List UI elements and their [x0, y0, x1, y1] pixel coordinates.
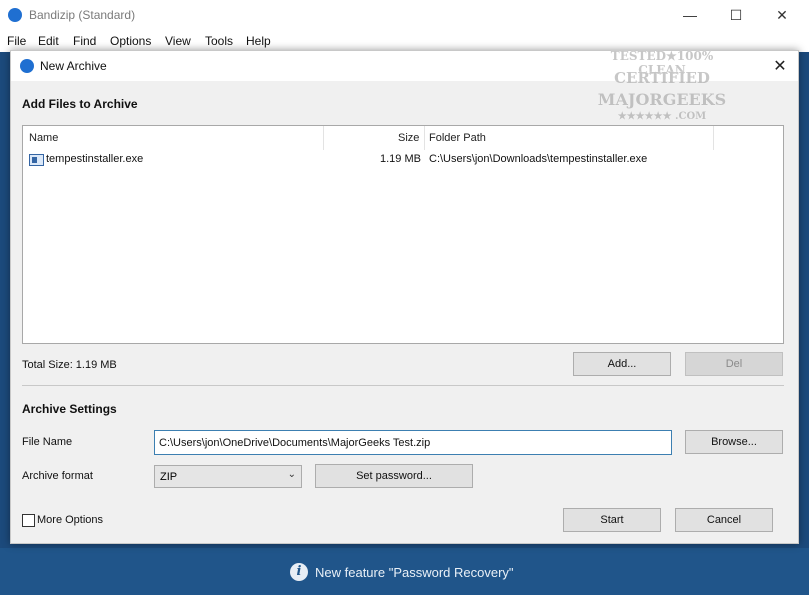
- app-title: Bandizip (Standard): [29, 8, 136, 22]
- file-size-cell: 1.19 MB: [380, 153, 421, 165]
- menu-help[interactable]: Help: [246, 34, 271, 48]
- file-list[interactable]: Name Size Folder Path tempestinstaller.e…: [22, 125, 784, 344]
- file-name-label: File Name: [22, 436, 73, 448]
- more-options-label[interactable]: More Options: [37, 514, 103, 526]
- info-icon: i: [290, 563, 308, 581]
- table-row[interactable]: tempestinstaller.exe 1.19 MB C:\Users\jo…: [23, 151, 783, 169]
- menu-options[interactable]: Options: [110, 34, 151, 48]
- folder-path-cell: C:\Users\jon\Downloads\tempestinstaller.…: [429, 153, 648, 165]
- add-files-heading: Add Files to Archive: [22, 97, 138, 111]
- more-options-checkbox[interactable]: [22, 514, 35, 527]
- bandizip-logo-icon: [8, 8, 22, 22]
- del-button[interactable]: Del: [685, 352, 783, 376]
- watermark-line: MAJORGEEKS: [597, 90, 727, 109]
- cancel-button[interactable]: Cancel: [675, 508, 773, 532]
- dialog-title: New Archive: [40, 59, 107, 73]
- column-header-size[interactable]: Size: [398, 126, 419, 150]
- add-button[interactable]: Add...: [573, 352, 671, 376]
- total-size-label: Total Size: 1.19 MB: [22, 359, 117, 371]
- archive-format-value: ZIP: [160, 471, 178, 483]
- archive-format-select[interactable]: ZIP ⌄: [154, 465, 302, 488]
- menu-file[interactable]: File: [7, 34, 26, 48]
- set-password-button[interactable]: Set password...: [315, 464, 473, 488]
- menu-view[interactable]: View: [165, 34, 191, 48]
- minimize-button[interactable]: —: [667, 0, 713, 30]
- column-header-name[interactable]: Name: [29, 126, 58, 150]
- column-separator[interactable]: [323, 126, 324, 150]
- menu-find[interactable]: Find: [73, 34, 96, 48]
- file-name-cell: tempestinstaller.exe: [46, 153, 144, 165]
- close-window-button[interactable]: ✕: [759, 0, 805, 30]
- menu-tools[interactable]: Tools: [205, 34, 233, 48]
- exe-file-icon: [29, 154, 44, 166]
- column-separator[interactable]: [424, 126, 425, 150]
- bandizip-logo-icon: [20, 59, 34, 73]
- dialog-close-button[interactable]: ✕: [763, 51, 797, 81]
- watermark-line: ★★★★★★ .COM: [617, 111, 707, 122]
- archive-format-label: Archive format: [22, 470, 93, 482]
- majorgeeks-watermark: TESTED★100% CLEAN CERTIFIED MAJORGEEKS ★…: [593, 47, 731, 127]
- column-header-folder-path[interactable]: Folder Path: [429, 126, 486, 150]
- file-name-input[interactable]: [154, 430, 672, 455]
- menu-edit[interactable]: Edit: [38, 34, 59, 48]
- browse-button[interactable]: Browse...: [685, 430, 783, 454]
- status-message[interactable]: New feature "Password Recovery": [315, 565, 514, 580]
- watermark-line: CERTIFIED: [614, 69, 710, 87]
- divider: [22, 385, 784, 386]
- title-bar: Bandizip (Standard) — ☐ ✕: [0, 0, 809, 30]
- start-button[interactable]: Start: [563, 508, 661, 532]
- chevron-down-icon: ⌄: [287, 469, 296, 480]
- archive-settings-heading: Archive Settings: [22, 402, 117, 416]
- column-separator[interactable]: [713, 126, 714, 150]
- maximize-button[interactable]: ☐: [713, 0, 759, 30]
